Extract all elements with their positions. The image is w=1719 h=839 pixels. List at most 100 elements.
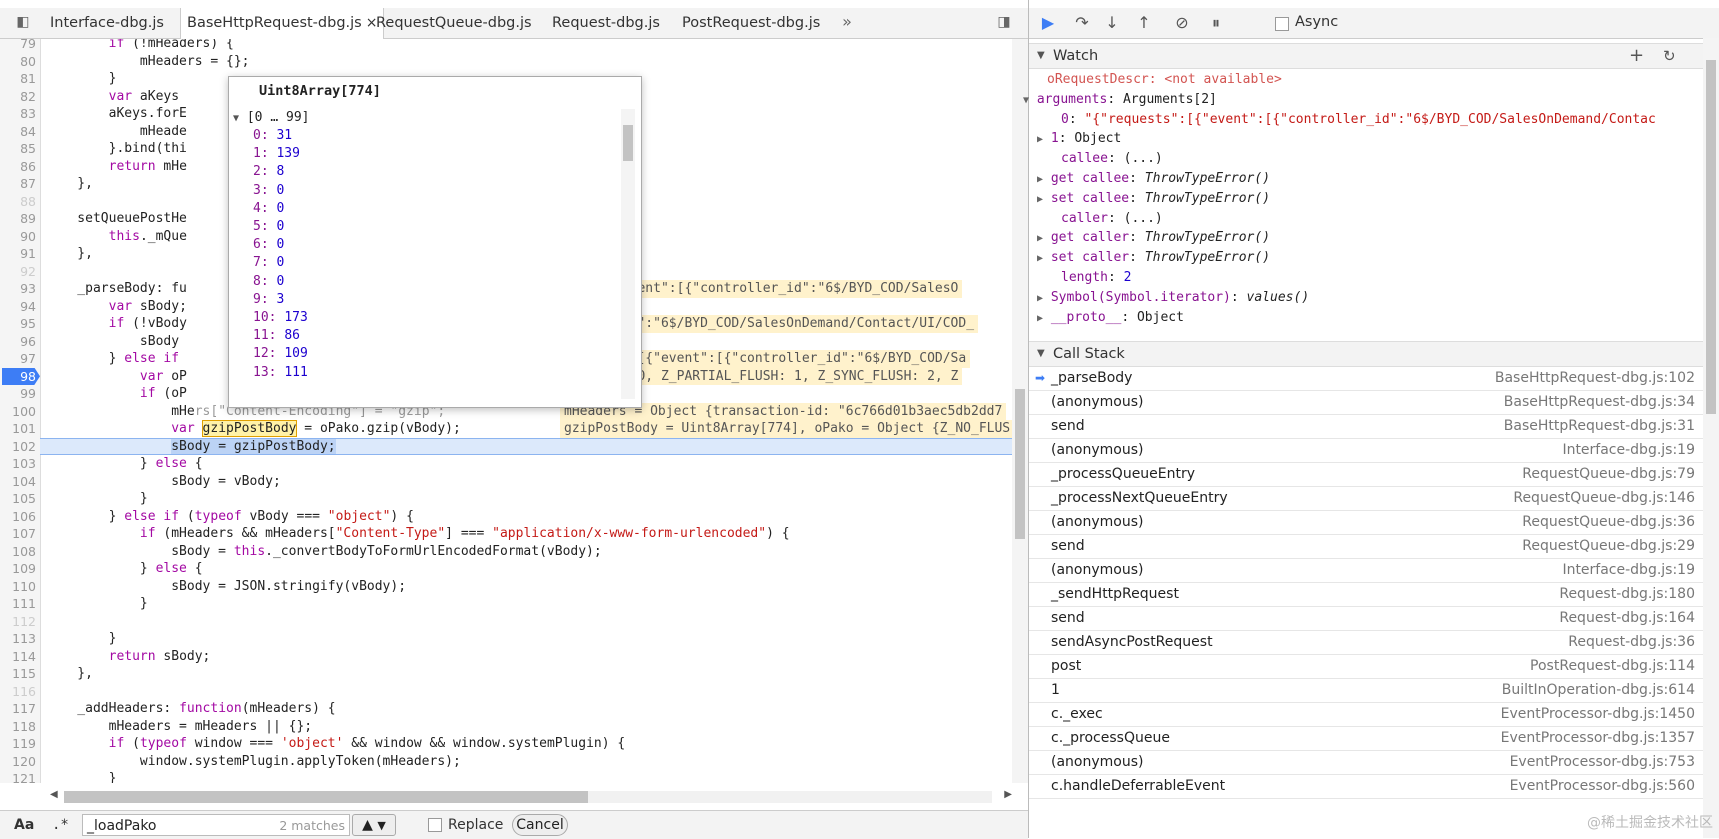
- code-line[interactable]: sBody = gzipPostBody;: [46, 438, 336, 456]
- code-line[interactable]: }: [46, 70, 117, 88]
- line-number[interactable]: 104: [12, 473, 36, 491]
- call-frame[interactable]: _sendHttpRequest Request-dbg.js:180: [1029, 582, 1703, 607]
- code-line[interactable]: sBody = vBody;: [46, 473, 281, 491]
- code-line[interactable]: var oP: [46, 368, 187, 386]
- code-line[interactable]: _addHeaders: function(mHeaders) {: [46, 700, 335, 718]
- line-number[interactable]: 119: [12, 735, 36, 753]
- code-line[interactable]: }: [46, 770, 117, 783]
- watch-entry[interactable]: ▶ __proto__: Object: [1037, 308, 1689, 328]
- expand-arrow-icon[interactable]: ▶: [1037, 293, 1043, 304]
- sidebar-scrollbar[interactable]: [1703, 38, 1719, 838]
- line-number[interactable]: 115: [12, 665, 36, 683]
- pause-on-exceptions-icon[interactable]: ⏸: [1205, 13, 1227, 33]
- tab-interface-dbg-js[interactable]: Interface-dbg.js: [44, 8, 170, 38]
- code-line[interactable]: return sBody;: [46, 648, 211, 666]
- code-line[interactable]: }.bind(thi: [46, 140, 187, 158]
- frame-location-link[interactable]: RequestQueue-dbg.js:36: [1522, 510, 1695, 534]
- code-line[interactable]: } else {: [46, 455, 203, 473]
- editor-horizontal-scrollbar[interactable]: ◀ ▶: [48, 783, 1012, 811]
- tab-basehttprequest-dbg-js[interactable]: BaseHttpRequest-dbg.js ×: [180, 8, 385, 39]
- step-over-icon[interactable]: ↷: [1071, 13, 1093, 33]
- code-line[interactable]: var aKeys: [46, 88, 179, 106]
- tab-postrequest-dbg-js[interactable]: PostRequest-dbg.js: [676, 8, 826, 38]
- step-into-icon[interactable]: ↓: [1101, 13, 1123, 33]
- tab-request-dbg-js[interactable]: Request-dbg.js: [546, 8, 666, 38]
- code-line[interactable]: return mHe: [46, 158, 187, 176]
- line-number[interactable]: 101: [12, 420, 36, 438]
- code-line[interactable]: this._mQue: [46, 228, 187, 246]
- watch-entry[interactable]: ▶ get caller: ThrowTypeError(): [1037, 228, 1689, 248]
- frame-location-link[interactable]: RequestQueue-dbg.js:29: [1522, 534, 1695, 558]
- watch-section-header[interactable]: ▼ Watch + ↻: [1029, 43, 1703, 69]
- watch-entry[interactable]: length: 2: [1061, 268, 1703, 288]
- call-frame[interactable]: send Request-dbg.js:164: [1029, 606, 1703, 631]
- code-line[interactable]: mHeaders = {};: [46, 53, 250, 71]
- call-frame[interactable]: sendAsyncPostRequest Request-dbg.js:36: [1029, 630, 1703, 655]
- search-nav-buttons[interactable]: ▲ ▼: [352, 814, 396, 836]
- line-number[interactable]: 100: [12, 403, 36, 421]
- line-number[interactable]: 90: [20, 228, 36, 246]
- expand-arrow-icon[interactable]: ▶: [1037, 134, 1043, 145]
- call-frame[interactable]: _processNextQueueEntry RequestQueue-dbg.j…: [1029, 486, 1703, 511]
- call-frame[interactable]: c._exec EventProcessor-dbg.js:1450: [1029, 702, 1703, 727]
- code-line[interactable]: var gzipPostBody = oPako.gzip(vBody);: [46, 420, 461, 438]
- frame-location-link[interactable]: Request-dbg.js:164: [1559, 606, 1695, 630]
- watch-entry[interactable]: ▶ set caller: ThrowTypeError(): [1037, 248, 1689, 268]
- refresh-watch-icon[interactable]: ↻: [1663, 44, 1676, 68]
- deactivate-breakpoints-icon[interactable]: ⊘: [1171, 13, 1193, 33]
- frame-location-link[interactable]: RequestQueue-dbg.js:79: [1522, 462, 1695, 486]
- frame-location-link[interactable]: BaseHttpRequest-dbg.js:102: [1495, 366, 1695, 390]
- frame-location-link[interactable]: EventProcessor-dbg.js:753: [1510, 750, 1695, 774]
- scroll-left-icon[interactable]: ◀: [50, 789, 58, 800]
- frame-location-link[interactable]: PostRequest-dbg.js:114: [1530, 654, 1695, 678]
- code-line[interactable]: } else if: [46, 350, 179, 368]
- async-checkbox[interactable]: [1275, 17, 1289, 31]
- line-number[interactable]: 117: [12, 700, 36, 718]
- call-frame[interactable]: (anonymous) BaseHttpRequest-dbg.js:34: [1029, 390, 1703, 415]
- watch-entry[interactable]: ▶ get callee: ThrowTypeError(): [1037, 169, 1689, 189]
- frame-location-link[interactable]: Interface-dbg.js:19: [1562, 438, 1695, 462]
- code-line[interactable]: },: [46, 665, 93, 683]
- call-stack-section-header[interactable]: ▼ Call Stack: [1029, 341, 1703, 367]
- expand-arrow-icon[interactable]: ▶: [1037, 194, 1043, 205]
- replace-checkbox[interactable]: [428, 818, 442, 832]
- call-frame[interactable]: ➡ _parseBody BaseHttpRequest-dbg.js:102: [1029, 366, 1703, 391]
- code-line[interactable]: if (!vBody: [46, 315, 187, 333]
- line-number[interactable]: 112: [12, 613, 36, 631]
- expand-group-icon[interactable]: ▼: [233, 113, 239, 124]
- code-line[interactable]: },: [46, 175, 93, 193]
- watch-entry[interactable]: ▼ arguments: Arguments[2]: [1023, 90, 1689, 110]
- call-frame[interactable]: (anonymous) RequestQueue-dbg.js:36: [1029, 510, 1703, 535]
- watch-entry[interactable]: oRequestDescr: <not available>: [1047, 70, 1703, 90]
- frame-location-link[interactable]: EventProcessor-dbg.js:1357: [1501, 726, 1695, 750]
- line-number[interactable]: 109: [12, 560, 36, 578]
- call-frame[interactable]: post PostRequest-dbg.js:114: [1029, 654, 1703, 679]
- line-number[interactable]: 86: [20, 158, 36, 176]
- line-number[interactable]: 111: [12, 595, 36, 613]
- line-number[interactable]: 81: [20, 70, 36, 88]
- line-number[interactable]: 87: [20, 175, 36, 193]
- scroll-right-icon[interactable]: ▶: [1004, 789, 1012, 800]
- code-line[interactable]: window.systemPlugin.applyToken(mHeaders)…: [46, 753, 461, 771]
- code-line[interactable]: aKeys.forE: [46, 105, 187, 123]
- call-frame[interactable]: send BaseHttpRequest-dbg.js:31: [1029, 414, 1703, 439]
- line-number[interactable]: 97: [20, 350, 36, 368]
- watch-entry[interactable]: ▶ 1: Object: [1037, 129, 1689, 149]
- editor-vertical-scrollbar[interactable]: [1012, 39, 1028, 783]
- line-number[interactable]: 118: [12, 718, 36, 736]
- line-number[interactable]: 120: [12, 753, 36, 771]
- toggle-debugger-icon[interactable]: ◨: [995, 13, 1013, 31]
- line-number[interactable]: 99: [20, 385, 36, 403]
- previous-match-icon[interactable]: ▲: [362, 817, 373, 833]
- watch-entry[interactable]: 0: "{"requests":[{"event":[{"controller_…: [1061, 110, 1703, 130]
- line-number[interactable]: 79: [20, 39, 36, 53]
- line-number[interactable]: 80: [20, 53, 36, 71]
- expand-arrow-icon[interactable]: ▶: [1037, 253, 1043, 264]
- line-number[interactable]: 114: [12, 648, 36, 666]
- line-number[interactable]: 82: [20, 88, 36, 106]
- code-line[interactable]: },: [46, 245, 93, 263]
- frame-location-link[interactable]: Request-dbg.js:180: [1559, 582, 1695, 606]
- frame-location-link[interactable]: BuiltInOperation-dbg.js:614: [1502, 678, 1695, 702]
- line-number[interactable]: 85: [20, 140, 36, 158]
- code-line[interactable]: }: [46, 595, 148, 613]
